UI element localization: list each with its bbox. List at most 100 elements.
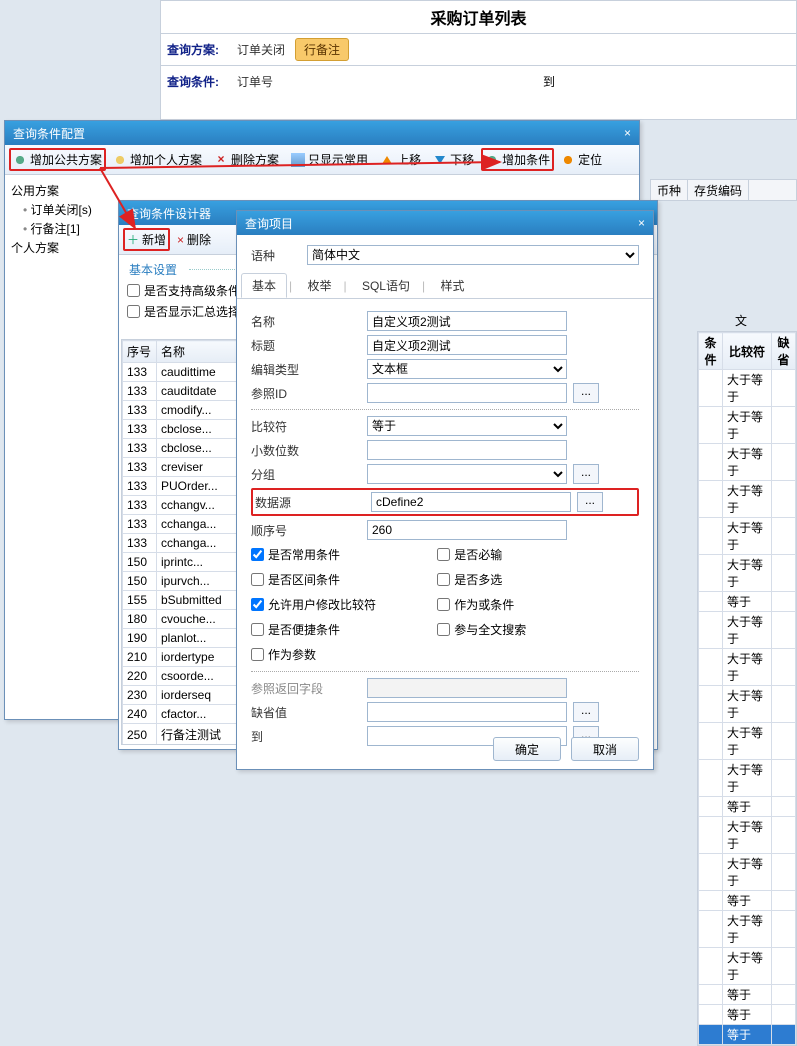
move-down-button[interactable]: 下移 [428,148,479,171]
tree-public[interactable]: 公用方案 [9,181,635,200]
move-up-button[interactable]: 上移 [375,148,426,171]
table-row[interactable]: 大于等于 [699,948,796,985]
table-row[interactable]: 190planlot... [123,629,238,648]
table-row[interactable]: 250行备注测试 [123,724,238,746]
default-browse[interactable]: ... [573,702,599,722]
table-row[interactable]: 240cfactor... [123,705,238,724]
lbl-ref-id: 参照ID [251,385,361,402]
note-button[interactable]: 行备注 [295,38,349,61]
decimals-field[interactable] [367,440,567,460]
table-row[interactable]: 155bSubmitted [123,591,238,610]
table-row[interactable]: 大于等于 [699,444,796,481]
arrow-down-icon [435,156,445,164]
bg-column-headers: 币种 存货编码 [650,179,797,201]
close-icon[interactable]: × [624,126,631,140]
table-row[interactable]: 大于等于 [699,407,796,444]
tab-basic[interactable]: 基本 [241,273,287,298]
fields-grid[interactable]: 序号名称 133caudittime133cauditdate133cmodif… [121,339,239,745]
ck-multi[interactable]: 是否多选 [437,569,623,590]
add-condition-button[interactable]: 增加条件 [481,148,554,171]
table-row[interactable]: 等于 [699,1025,796,1045]
table-row[interactable]: 大于等于 [699,612,796,649]
table-row[interactable]: 大于等于 [699,723,796,760]
designer-title: 查询条件设计器 [127,205,211,222]
scheme-label: 查询方案: [167,41,227,58]
table-row[interactable]: 大于等于 [699,518,796,555]
compare-select[interactable]: 等于 [367,416,567,436]
ck-allow-mod[interactable]: 允许用户修改比较符 [251,594,437,615]
table-row[interactable]: 大于等于 [699,686,796,723]
table-row[interactable]: 133cauditdate [123,382,238,401]
table-row[interactable]: 大于等于 [699,649,796,686]
tab-style[interactable]: 样式 [430,274,474,297]
table-row[interactable]: 大于等于 [699,481,796,518]
ok-button[interactable]: 确定 [493,737,561,761]
table-row[interactable]: 133cmodify... [123,401,238,420]
group-select[interactable] [367,464,567,484]
table-row[interactable]: 150iprintc... [123,553,238,572]
table-row[interactable]: 等于 [699,891,796,911]
col-name: 名称 [157,341,238,363]
table-row[interactable]: 大于等于 [699,370,796,407]
table-row[interactable]: 等于 [699,1005,796,1025]
ck-as-or[interactable]: 作为或条件 [437,594,623,615]
table-row[interactable]: 等于 [699,592,796,612]
ck-as-param[interactable]: 作为参数 [251,644,437,665]
lbl-ret-field: 参照返回字段 [251,680,361,697]
new-button[interactable]: ＋新增 [123,228,170,251]
tab-sql[interactable]: SQL语句 [352,274,420,297]
table-row[interactable]: 133creviser [123,458,238,477]
table-row[interactable]: 133caudittime [123,363,238,382]
table-row[interactable]: 大于等于 [699,854,796,891]
cond-label: 查询条件: [167,73,227,90]
ck-fulltext[interactable]: 参与全文搜索 [437,619,623,640]
add-public-button[interactable]: 增加公共方案 [9,148,106,171]
form: 名称 标题 编辑类型文本框 参照ID... 比较符等于 小数位数 分组... 数… [237,299,653,758]
table-row[interactable]: 133cchangv... [123,496,238,515]
close-icon[interactable]: × [638,216,645,230]
table-row[interactable]: 等于 [699,985,796,1005]
edit-type-select[interactable]: 文本框 [367,359,567,379]
table-row[interactable]: 133cbclose... [123,439,238,458]
seq-field[interactable] [367,520,567,540]
table-row[interactable]: 133PUOrder... [123,477,238,496]
ck-common[interactable]: 是否常用条件 [251,544,437,565]
title-field[interactable] [367,335,567,355]
table-row[interactable]: 220csoorde... [123,667,238,686]
datasource-browse[interactable]: ... [577,492,603,512]
delete-scheme-button[interactable]: ×删除方案 [209,148,284,171]
table-row[interactable]: 210iordertype [123,648,238,667]
table-row[interactable]: 230iorderseq [123,686,238,705]
table-row[interactable]: 大于等于 [699,760,796,797]
name-field[interactable] [367,311,567,331]
table-row[interactable]: 133cchanga... [123,515,238,534]
ck-quick[interactable]: 是否便捷条件 [251,619,437,640]
locate-button[interactable]: 定位 [556,148,607,171]
ck-range[interactable]: 是否区间条件 [251,569,437,590]
table-row[interactable]: 150ipurvch... [123,572,238,591]
tab-enum[interactable]: 枚举 [297,274,341,297]
lbl-default: 缺省值 [251,704,361,721]
ck-required[interactable]: 是否必输 [437,544,623,565]
datasource-field[interactable] [371,492,571,512]
table-row[interactable]: 大于等于 [699,555,796,592]
table-row[interactable]: 大于等于 [699,911,796,948]
table-row[interactable]: 133cchanga... [123,534,238,553]
group-browse[interactable]: ... [573,464,599,484]
lang-select[interactable]: 简体中文 [307,245,639,265]
ref-id-field[interactable] [367,383,567,403]
ref-id-browse[interactable]: ... [573,383,599,403]
table-row[interactable]: 等于 [699,797,796,817]
add-personal-button[interactable]: 增加个人方案 [108,148,207,171]
cancel-button[interactable]: 取消 [571,737,639,761]
plus-icon: ＋ [127,231,139,248]
add-person-icon [113,153,127,167]
default-field[interactable] [367,702,567,722]
col-default: 缺省 [772,333,796,370]
table-row[interactable]: 大于等于 [699,817,796,854]
table-row[interactable]: 180cvouche... [123,610,238,629]
col-no: 序号 [123,341,157,363]
only-common-button[interactable]: 只显示常用 [286,148,373,171]
delete-button[interactable]: ×删除 [172,228,216,251]
table-row[interactable]: 133cbclose... [123,420,238,439]
